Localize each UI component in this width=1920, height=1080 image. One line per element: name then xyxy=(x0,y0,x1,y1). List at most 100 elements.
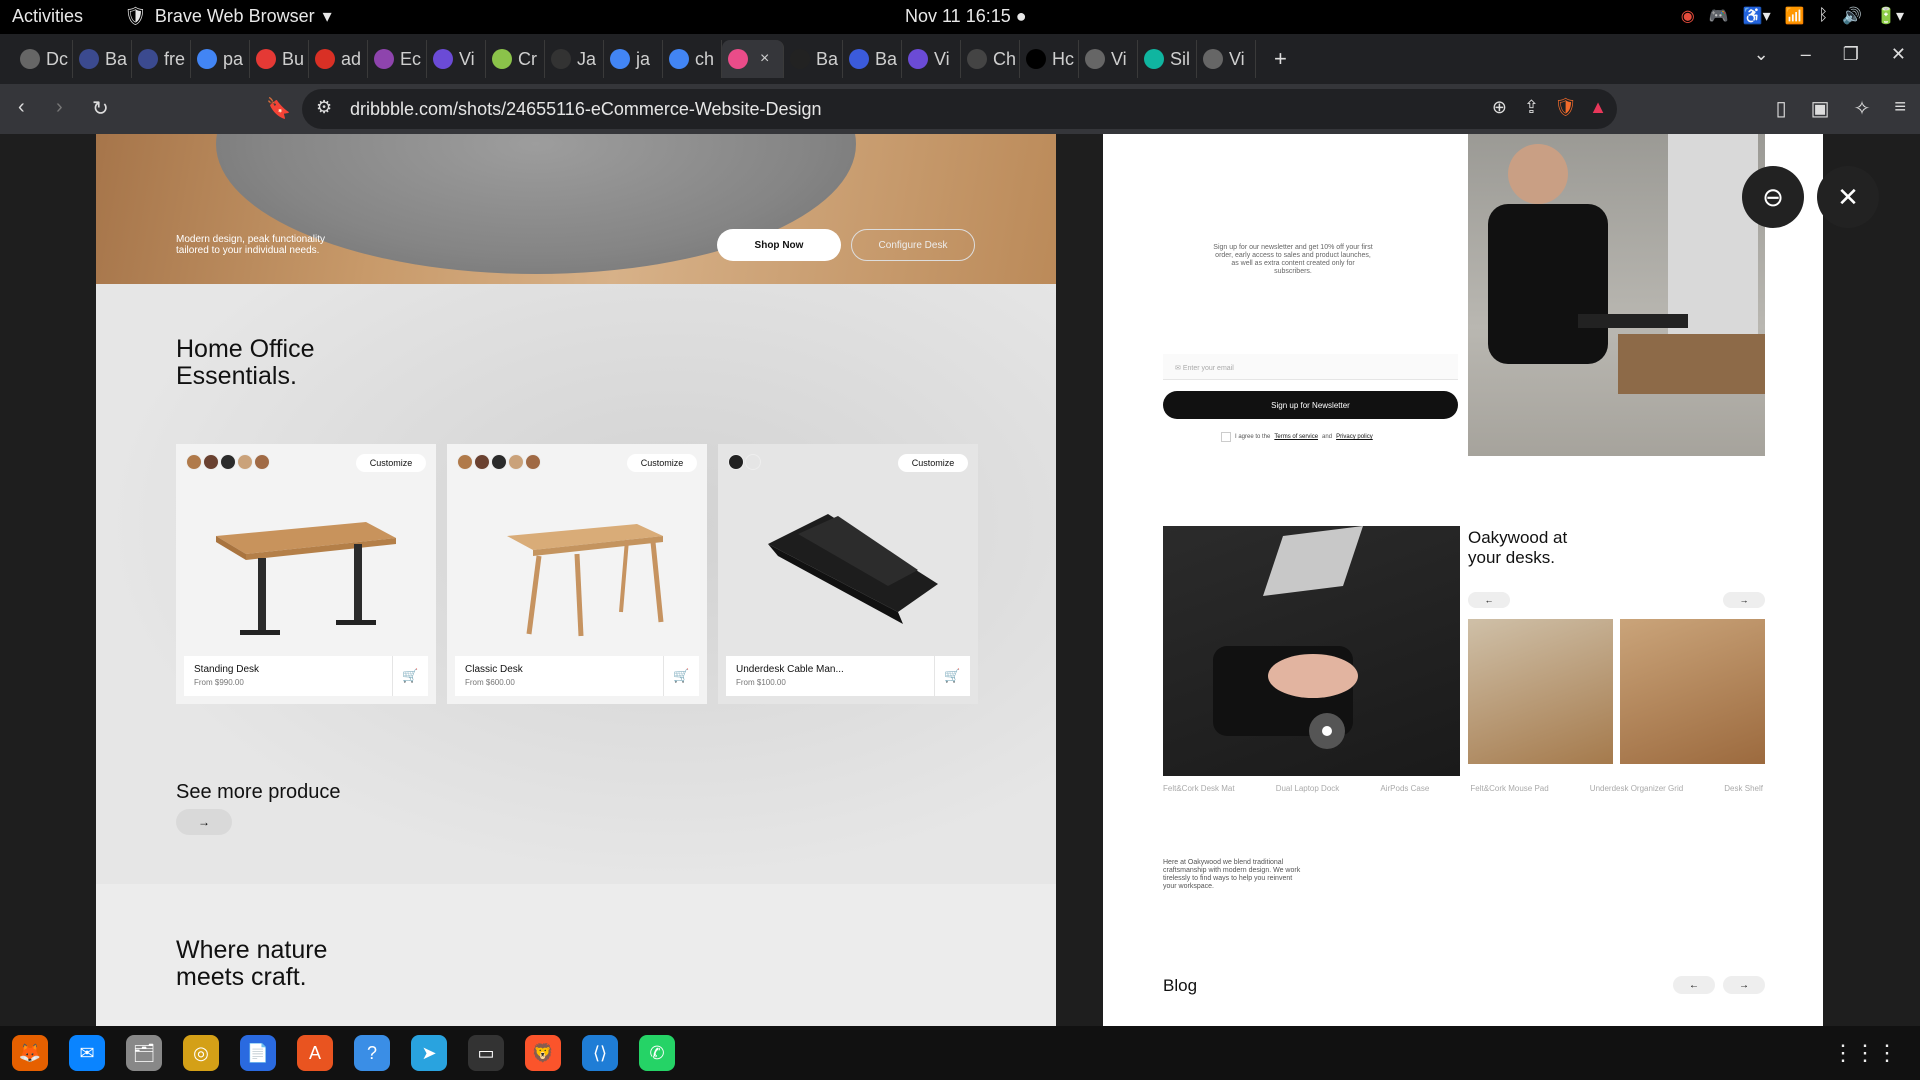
browser-tab[interactable]: Bu xyxy=(250,40,309,78)
browser-tab[interactable]: Ec xyxy=(368,40,427,78)
clock[interactable]: Nov 11 16:15 ● xyxy=(905,6,1027,27)
browser-tab[interactable]: Ba xyxy=(784,40,843,78)
window-close-icon[interactable]: ✕ xyxy=(1891,44,1906,65)
leo-ai-icon[interactable]: ✧ xyxy=(1854,96,1871,121)
volume-icon[interactable]: 🔊 xyxy=(1842,6,1862,26)
color-swatch[interactable] xyxy=(508,454,524,470)
cart-icon[interactable]: 🛒 xyxy=(934,656,970,696)
cart-icon[interactable]: 🛒 xyxy=(392,656,428,696)
accessibility-icon[interactable]: ♿▾ xyxy=(1743,6,1771,26)
app-menu[interactable]: 🛡 Brave Web Browser ▾ xyxy=(124,6,332,27)
chrome-remote-icon[interactable]: ◉ xyxy=(1681,6,1695,26)
zoom-icon[interactable]: ⊕ xyxy=(1492,97,1507,118)
color-swatch[interactable] xyxy=(457,454,473,470)
privacy-link[interactable]: Privacy policy xyxy=(1336,434,1373,440)
shop-now-button[interactable]: Shop Now xyxy=(717,229,841,261)
address-bar[interactable]: ⚙ dribbble.com/shots/24655116-eCommerce-… xyxy=(302,89,1617,129)
see-more-arrow-button[interactable]: → xyxy=(176,809,232,835)
airpods-case-photo[interactable] xyxy=(1620,619,1765,764)
app-grid-icon[interactable]: ⋮⋮⋮ xyxy=(1832,1040,1898,1066)
color-swatch[interactable] xyxy=(474,454,490,470)
color-swatch[interactable] xyxy=(525,454,541,470)
carousel-prev-button[interactable]: ← xyxy=(1468,592,1510,608)
terminal-icon[interactable]: ▭ xyxy=(468,1035,504,1071)
product-card[interactable]: Customize Classic Desk From $600.00 🛒 xyxy=(447,444,707,704)
discord-icon[interactable]: 🎮 xyxy=(1709,6,1729,26)
browser-tab[interactable]: Vi xyxy=(902,40,961,78)
rhythmbox-icon[interactable]: ◎ xyxy=(183,1035,219,1071)
vscode-icon[interactable]: ⟨⟩ xyxy=(582,1035,618,1071)
brave-shields-icon[interactable]: 🛡 xyxy=(1554,97,1577,118)
wallet-icon[interactable]: ▣ xyxy=(1811,96,1830,121)
customize-button[interactable]: Customize xyxy=(356,454,426,472)
browser-tab[interactable]: Hc xyxy=(1020,40,1079,78)
product-label[interactable]: Felt&Cork Mouse Pad xyxy=(1470,784,1548,793)
color-swatch[interactable] xyxy=(745,454,761,470)
firefox-icon[interactable]: 🦊 xyxy=(12,1035,48,1071)
cart-icon[interactable]: 🛒 xyxy=(663,656,699,696)
restore-icon[interactable]: ❐ xyxy=(1843,44,1859,65)
files-icon[interactable]: 🗂 xyxy=(126,1035,162,1071)
color-swatch[interactable] xyxy=(254,454,270,470)
browser-tab[interactable]: Ja xyxy=(545,40,604,78)
browser-tab[interactable]: pa xyxy=(191,40,250,78)
browser-tab[interactable]: ch xyxy=(663,40,722,78)
share-icon[interactable]: ⇪ xyxy=(1524,97,1539,118)
system-tray[interactable]: ◉ 🎮 ♿▾ 📶 ᛒ 🔊 🔋▾ xyxy=(1681,6,1904,26)
thunderbird-icon[interactable]: ✉ xyxy=(69,1035,105,1071)
agree-checkbox[interactable] xyxy=(1221,432,1231,442)
software-icon[interactable]: A xyxy=(297,1035,333,1071)
product-card[interactable]: Customize Underdesk Cable Man... From $1… xyxy=(718,444,978,704)
brave-rewards-icon[interactable]: ▲ xyxy=(1589,97,1607,118)
sidebar-icon[interactable]: ▯ xyxy=(1776,96,1787,121)
close-icon[interactable]: ✕ xyxy=(1817,166,1879,228)
browser-tab[interactable]: Vi xyxy=(427,40,486,78)
browser-tab[interactable]: × xyxy=(722,40,784,78)
newsletter-signup-button[interactable]: Sign up for Newsletter xyxy=(1163,391,1458,419)
color-swatch[interactable] xyxy=(237,454,253,470)
product-label[interactable]: Underdesk Organizer Grid xyxy=(1590,784,1683,793)
writer-icon[interactable]: 📄 xyxy=(240,1035,276,1071)
product-card[interactable]: Customize Standing Desk From $990.00 🛒 xyxy=(176,444,436,704)
product-label[interactable]: Felt&Cork Desk Mat xyxy=(1163,784,1235,793)
customize-button[interactable]: Customize xyxy=(898,454,968,472)
zoom-out-icon[interactable]: ⊖ xyxy=(1742,166,1804,228)
browser-tab[interactable]: ja xyxy=(604,40,663,78)
color-swatches[interactable] xyxy=(728,454,762,470)
activities-button[interactable]: Activities xyxy=(12,6,83,27)
telegram-icon[interactable]: ➤ xyxy=(411,1035,447,1071)
bluetooth-icon[interactable]: ᛒ xyxy=(1819,7,1829,25)
carousel-next-button[interactable]: → xyxy=(1723,592,1765,608)
product-label[interactable]: AirPods Case xyxy=(1380,784,1429,793)
color-swatch[interactable] xyxy=(491,454,507,470)
browser-tab[interactable]: Ba xyxy=(843,40,902,78)
browser-tab[interactable]: Sil xyxy=(1138,40,1197,78)
forward-icon[interactable]: › xyxy=(56,96,63,119)
tab-close-icon[interactable]: × xyxy=(760,50,769,68)
back-icon[interactable]: ‹ xyxy=(18,96,25,119)
browser-tab[interactable]: Dc xyxy=(14,40,73,78)
customize-button[interactable]: Customize xyxy=(627,454,697,472)
blog-prev-button[interactable]: ← xyxy=(1673,976,1715,994)
browser-tab[interactable]: Cr xyxy=(486,40,545,78)
browser-tab[interactable]: Ch xyxy=(961,40,1020,78)
site-info-icon[interactable]: ⚙ xyxy=(316,97,332,118)
product-label[interactable]: Dual Laptop Dock xyxy=(1276,784,1340,793)
wifi-icon[interactable]: 📶 xyxy=(1785,6,1805,26)
help-icon[interactable]: ? xyxy=(354,1035,390,1071)
menu-icon[interactable]: ≡ xyxy=(1894,96,1906,121)
battery-icon[interactable]: 🔋▾ xyxy=(1876,6,1904,26)
configure-desk-button[interactable]: Configure Desk xyxy=(851,229,975,261)
color-swatches[interactable] xyxy=(186,454,271,470)
browser-tab[interactable]: Vi xyxy=(1079,40,1138,78)
tab-list-icon[interactable]: ⌄ xyxy=(1754,44,1769,65)
color-swatches[interactable] xyxy=(457,454,542,470)
url-text[interactable]: dribbble.com/shots/24655116-eCommerce-We… xyxy=(350,99,822,120)
color-swatch[interactable] xyxy=(203,454,219,470)
product-label[interactable]: Desk Shelf xyxy=(1724,784,1763,793)
brave-icon[interactable]: 🦁 xyxy=(525,1035,561,1071)
reload-icon[interactable]: ↻ xyxy=(92,96,109,121)
browser-tab[interactable]: Ba xyxy=(73,40,132,78)
bookmark-icon[interactable]: 🔖 xyxy=(266,96,291,121)
color-swatch[interactable] xyxy=(220,454,236,470)
